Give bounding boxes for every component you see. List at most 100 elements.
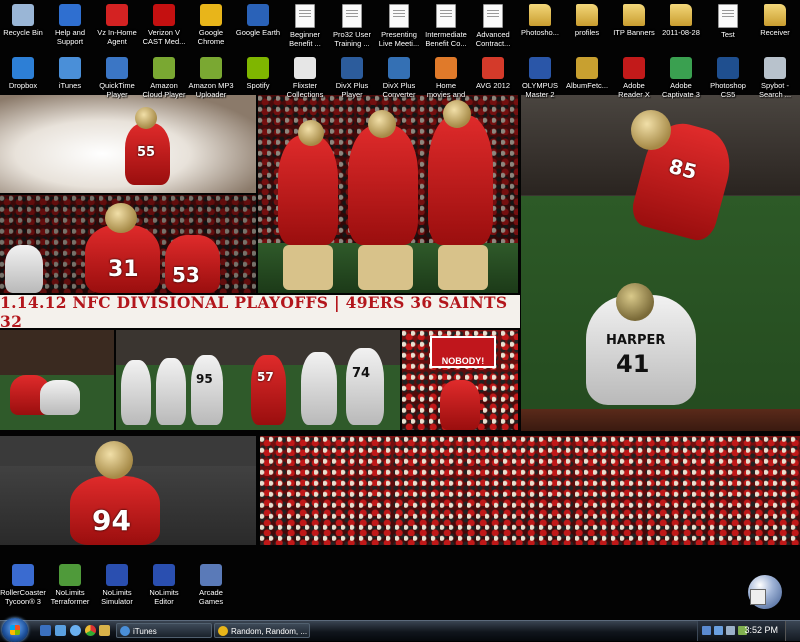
score-banner: 1.14.12 NFC DIVISIONAL PLAYOFFS | 49ERS … xyxy=(0,293,520,331)
show-desktop-ql-icon[interactable] xyxy=(40,625,51,636)
photoshop-icon xyxy=(717,57,739,79)
tray-volume-icon[interactable] xyxy=(726,626,735,635)
photo-line: 95 57 74 xyxy=(116,330,400,430)
nameplate: HARPER xyxy=(606,333,666,348)
desktop[interactable]: 55 85 HARPER 41 31 53 1.14.12 NFC DIVISI… xyxy=(0,0,800,620)
icon-label-line-2: Games xyxy=(198,597,224,606)
icon-label-line-2: Contract... xyxy=(475,39,511,48)
player-group-1 xyxy=(278,135,338,245)
photo-94: 94 xyxy=(0,436,256,545)
spybot-icon xyxy=(764,57,786,79)
windows-flag-icon xyxy=(10,625,20,635)
helmet xyxy=(135,107,157,129)
photo-celebration xyxy=(258,95,518,293)
photo-crowd xyxy=(260,436,800,545)
wallpaper-collage: 55 85 HARPER 41 31 53 1.14.12 NFC DIVISI… xyxy=(0,95,800,545)
google-earth-icon xyxy=(247,4,269,26)
dropbox-icon xyxy=(12,57,34,79)
folder-icon xyxy=(576,4,598,26)
system-tray: 3:52 PM xyxy=(697,621,800,641)
folder-icon xyxy=(529,4,551,26)
simulator-icon xyxy=(106,564,128,586)
jersey-number-57: 57 xyxy=(257,370,274,384)
gadget-icon[interactable] xyxy=(748,575,782,609)
icon-label: Arcade xyxy=(199,588,223,597)
tray-network-icon[interactable] xyxy=(702,626,711,635)
quicktime-icon xyxy=(106,57,128,79)
folder-icon xyxy=(764,4,786,26)
clock[interactable]: 3:52 PM xyxy=(744,625,778,635)
folder-icon xyxy=(670,4,692,26)
icon-label-line-2: movies and xyxy=(426,90,466,99)
flixster-icon xyxy=(294,57,316,79)
fan-sign-text: NOBODY! xyxy=(441,356,485,366)
chrome-icon xyxy=(200,4,222,26)
show-desktop-button[interactable] xyxy=(785,621,800,641)
terraformer-icon xyxy=(59,564,81,586)
amazon-cloud-icon xyxy=(153,57,175,79)
taskbar-app-icon xyxy=(218,626,228,636)
fan-sign: NOBODY! xyxy=(430,336,496,368)
photo-flex: 31 53 xyxy=(0,195,256,293)
start-button[interactable] xyxy=(2,618,28,642)
chrome-ql-icon[interactable] xyxy=(85,625,96,636)
taskbar-button-label: iTunes xyxy=(133,627,157,636)
recycle-bin-icon xyxy=(12,4,34,26)
ie-ql-icon[interactable] xyxy=(70,625,81,636)
receiver-folder-desktop-icon[interactable]: Receiver xyxy=(744,4,800,37)
icon-label-line-2: Search ... xyxy=(758,90,792,99)
jersey-number-31: 31 xyxy=(108,257,139,282)
editor-icon xyxy=(153,564,175,586)
adobe-reader-icon xyxy=(623,57,645,79)
itunes-icon xyxy=(59,57,81,79)
jersey-number-53: 53 xyxy=(172,263,200,287)
icon-label: Spybot - xyxy=(761,81,789,90)
jersey-number-94: 94 xyxy=(92,504,131,537)
chrome-taskbar-button[interactable]: Random, Random, ... xyxy=(214,623,310,638)
document-icon xyxy=(342,4,362,28)
document-icon xyxy=(295,4,315,28)
folder-ql-icon[interactable] xyxy=(99,625,110,636)
itunes-taskbar-button[interactable]: iTunes xyxy=(116,623,212,638)
taskbar: iTunes Random, Random, ... 3:52 PM xyxy=(0,618,800,642)
vz-agent-icon xyxy=(106,4,128,26)
photo-tackle: 85 HARPER 41 xyxy=(521,95,800,431)
arcade-games-desktop-icon[interactable]: Arcade Games xyxy=(180,564,242,606)
document-icon xyxy=(718,4,738,28)
tray-dropbox-icon[interactable] xyxy=(714,626,723,635)
vcast-icon xyxy=(153,4,175,26)
player-group-2 xyxy=(348,125,418,245)
albumfetch-icon xyxy=(576,57,598,79)
taskbar-button-label: Random, Random, ... xyxy=(231,627,308,636)
icon-label-line-2: Master 2 xyxy=(525,90,555,99)
olympus-icon xyxy=(529,57,551,79)
captivate-icon xyxy=(670,57,692,79)
icon-label: Receiver xyxy=(760,28,790,37)
taskbar-app-icon xyxy=(120,626,130,636)
home-movies-icon xyxy=(435,57,457,79)
divx-converter-icon xyxy=(388,57,410,79)
player-group-3 xyxy=(428,115,493,245)
avg-icon xyxy=(482,57,504,79)
arcade-icon xyxy=(200,564,222,586)
document-icon xyxy=(483,4,503,28)
icon-label-line-2: Uploader xyxy=(195,90,227,99)
divx-player-icon xyxy=(341,57,363,79)
photo-tunnel: 55 xyxy=(0,95,256,193)
folder-icon xyxy=(623,4,645,26)
photo-fan-sign: NOBODY! xyxy=(402,330,518,430)
rct-icon xyxy=(12,564,34,586)
jersey-number-74: 74 xyxy=(352,366,371,381)
icon-label-line-2: Chrome xyxy=(197,37,225,46)
amazon-mp3-icon xyxy=(200,57,222,79)
jersey-number-41: 41 xyxy=(616,350,650,378)
spybot-desktop-icon[interactable]: Spybot - Search ... xyxy=(744,57,800,99)
jersey-number-95: 95 xyxy=(196,372,213,386)
jersey-number-55: 55 xyxy=(137,145,156,160)
photo-catch xyxy=(0,330,114,430)
spotify-icon xyxy=(247,57,269,79)
switch-windows-icon[interactable] xyxy=(55,625,66,636)
document-icon xyxy=(389,4,409,28)
help-icon xyxy=(59,4,81,26)
document-icon xyxy=(436,4,456,28)
